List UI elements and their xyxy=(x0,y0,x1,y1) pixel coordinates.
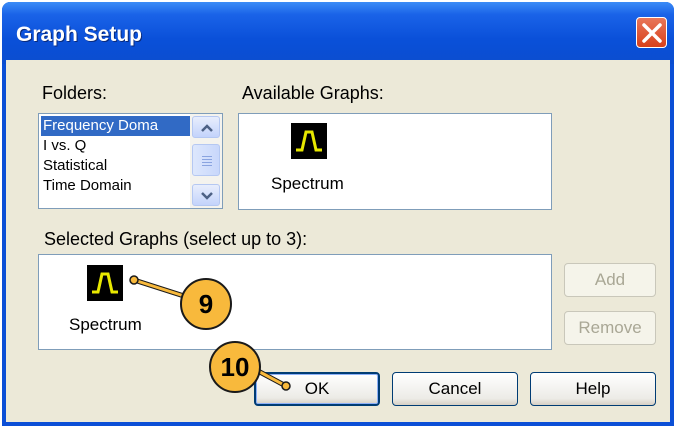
callout-9: 9 xyxy=(180,278,232,330)
callout-10: 10 xyxy=(209,341,261,393)
callout-leader-lines xyxy=(129,275,291,391)
